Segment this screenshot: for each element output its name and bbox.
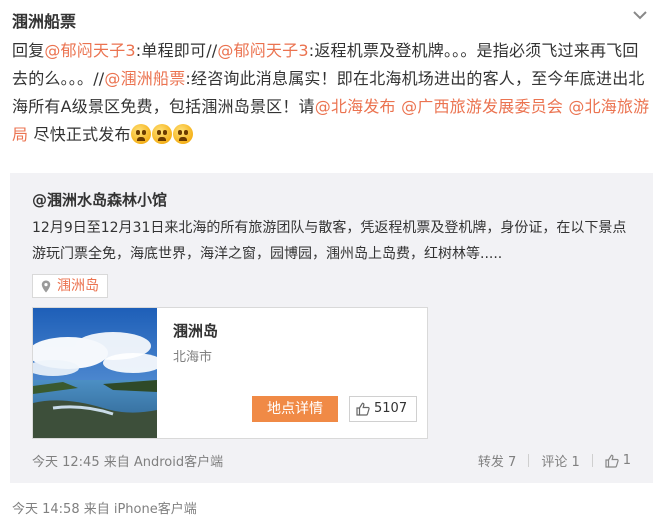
post-meta[interactable]: 今天 14:58 来自 iPhone客户端 <box>12 498 197 517</box>
thumbs-up-icon <box>605 454 619 468</box>
place-title[interactable]: 涠洲岛 <box>173 320 218 341</box>
post-text: 回复@郁闷天子3:单程即可//@郁闷天子3:返程机票及登机牌。。。是指必须飞过来… <box>12 37 652 149</box>
crying-face-emoji-icon <box>151 124 172 144</box>
location-pin-icon <box>41 280 51 293</box>
repost-actions: 转发 7 评论 1 1 <box>478 451 631 470</box>
mention-link[interactable]: @郁闷天子3 <box>44 41 135 60</box>
like-action[interactable]: 1 <box>605 453 631 468</box>
like-count: 1 <box>622 453 631 468</box>
divider <box>528 454 530 467</box>
comment-action[interactable]: 评论 1 <box>541 451 579 470</box>
mention-link[interactable]: @郁闷天子3 <box>217 41 308 60</box>
post-text-segment: 回复 <box>12 41 45 60</box>
place-photo[interactable] <box>33 308 157 438</box>
place-city: 北海市 <box>173 350 213 365</box>
mention-link[interactable]: @北海发布 <box>315 97 396 116</box>
location-tag[interactable]: 涠洲岛 <box>32 274 108 298</box>
post-text-segment: 尽快正式发布 <box>28 125 131 144</box>
repost-author[interactable]: @涠洲水岛森林小馆 <box>32 189 167 210</box>
post-text-segment: :单程即可// <box>135 41 218 60</box>
crying-face-emoji-icon <box>172 124 193 144</box>
divider <box>591 454 593 467</box>
place-like-button[interactable]: 5107 <box>349 396 417 422</box>
place-card[interactable]: 涠洲岛 北海市 地点详情 5107 <box>32 307 428 439</box>
thumbs-up-icon <box>356 402 370 416</box>
repost-text: 12月9日至12月31日来北海的所有旅游团队与散客，凭返程机票及登机牌，身份证，… <box>32 220 627 262</box>
place-like-count: 5107 <box>374 401 408 416</box>
post-author[interactable]: 涠洲船票 <box>12 8 76 32</box>
repost-meta[interactable]: 今天 12:45 来自 Android客户端 <box>32 451 223 470</box>
mention-link[interactable]: @广西旅游发展委员会 <box>401 97 563 116</box>
place-detail-button[interactable]: 地点详情 <box>252 396 338 422</box>
mention-link[interactable]: @涠洲船票 <box>104 69 185 88</box>
repost-box: @涠洲水岛森林小馆 12月9日至12月31日来北海的所有旅游团队与散客，凭返程机… <box>10 173 653 483</box>
location-label: 涠洲岛 <box>57 278 99 294</box>
crying-face-emoji-icon <box>130 124 151 144</box>
chevron-down-icon[interactable] <box>631 8 649 22</box>
repost-action[interactable]: 转发 7 <box>478 451 516 470</box>
